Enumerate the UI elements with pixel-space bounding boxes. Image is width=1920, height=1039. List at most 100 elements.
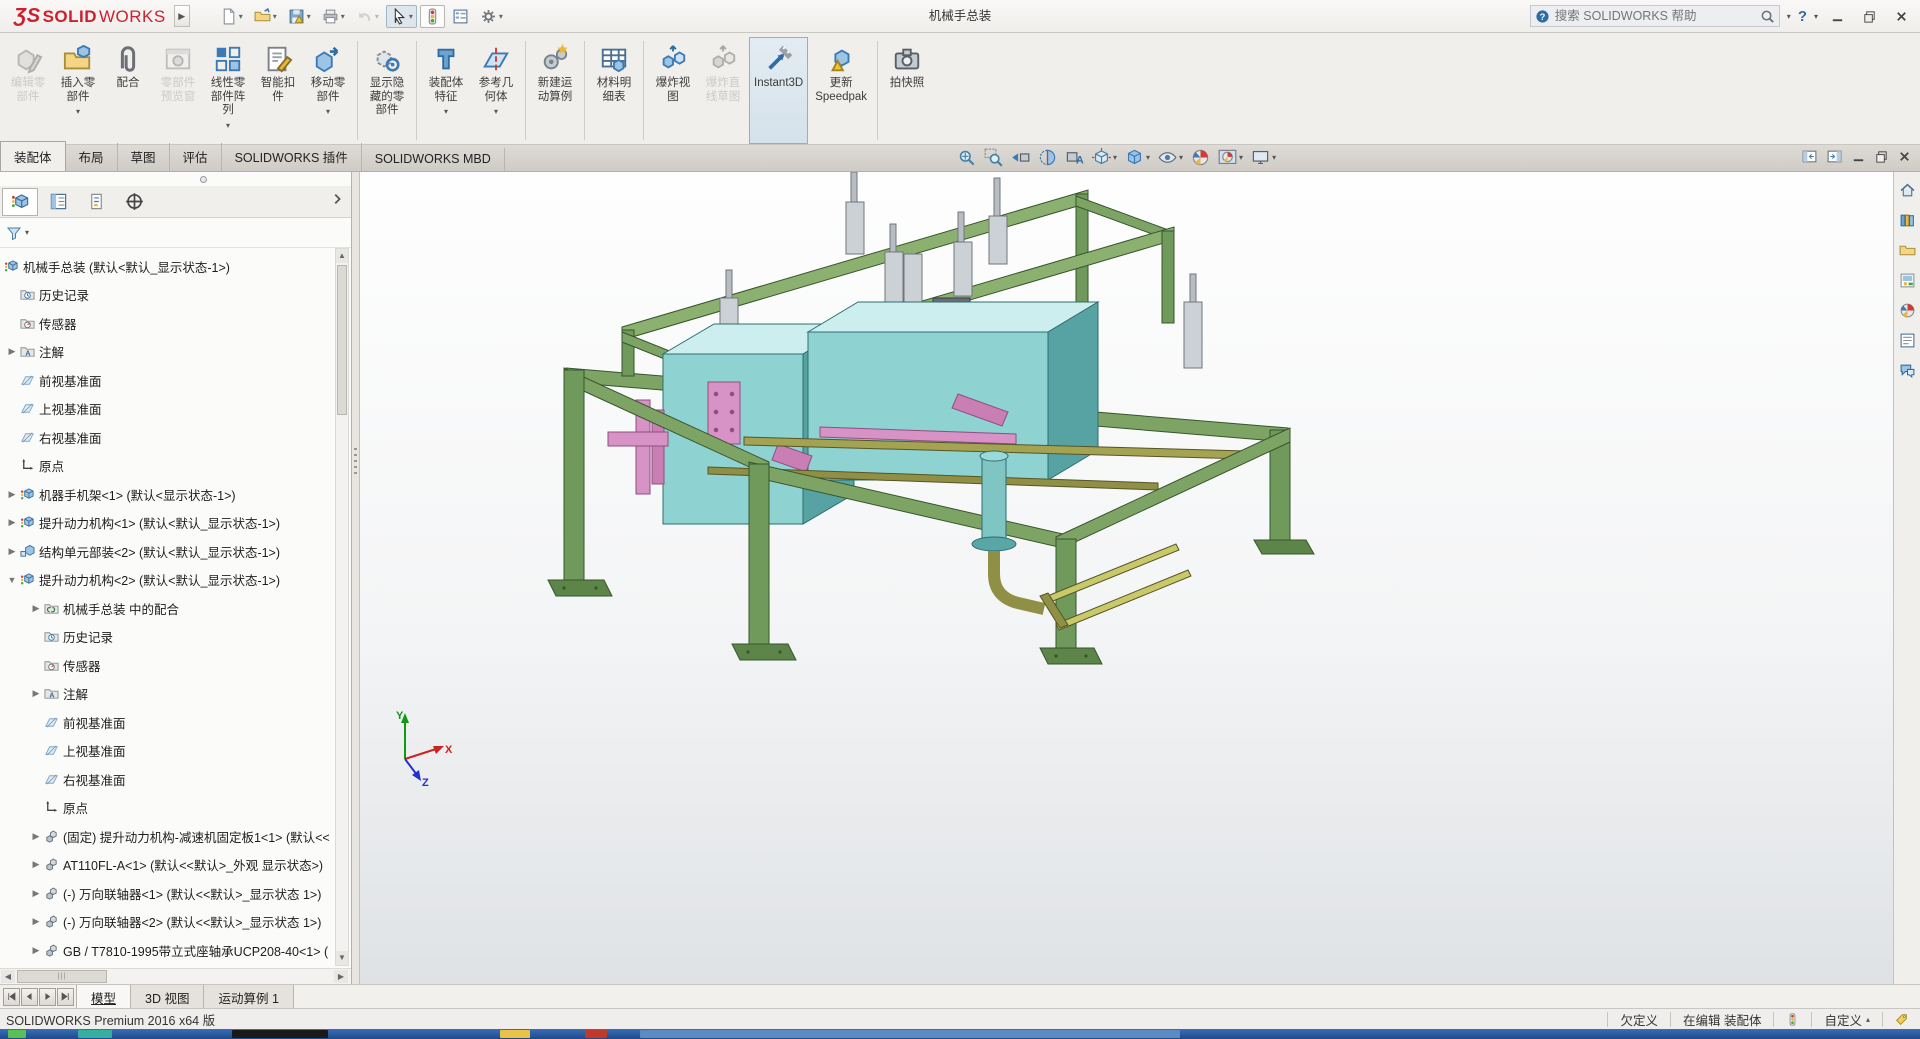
- nav-next-button[interactable]: [39, 988, 56, 1006]
- search-input[interactable]: [1555, 9, 1755, 23]
- tree-item-19[interactable]: 原点: [0, 794, 335, 823]
- options-gear-button[interactable]: ▾: [476, 5, 507, 28]
- custom-properties-button[interactable]: [1897, 330, 1917, 350]
- dropdown-arrow-icon[interactable]: ▾: [1272, 153, 1276, 162]
- tree-item-12[interactable]: ▶机械手总装 中的配合: [0, 594, 335, 623]
- search-scope-dropdown[interactable]: ▾: [1787, 12, 1791, 21]
- doc-close-button[interactable]: [1897, 149, 1912, 164]
- help-button[interactable]: ?: [1798, 8, 1807, 25]
- file-explorer-button[interactable]: [1897, 240, 1917, 260]
- dropdown-arrow-icon[interactable]: ▾: [76, 105, 80, 119]
- instant3d-button[interactable]: Instant3D: [749, 37, 808, 144]
- filter-funnel-icon[interactable]: [6, 225, 22, 241]
- scroll-right-arrow[interactable]: ▶: [334, 970, 348, 983]
- display-style-button[interactable]: ▾: [1123, 147, 1152, 168]
- filter-dropdown[interactable]: ▾: [25, 228, 29, 237]
- nav-prev-button[interactable]: [21, 988, 38, 1006]
- tree-item-23[interactable]: ▶(-) 万向联轴器<2> (默认<<默认>_显示状态 1>): [0, 908, 335, 937]
- scroll-up-arrow[interactable]: ▲: [336, 249, 348, 263]
- forum-button[interactable]: [1897, 360, 1917, 380]
- motion-study-button[interactable]: 新建运动算例: [531, 37, 579, 144]
- tree-expand-arrow[interactable]: ▶: [28, 603, 44, 614]
- panel-tab-featuremanager[interactable]: [2, 188, 38, 216]
- panel-tab-dimxpertmanager[interactable]: [116, 188, 152, 216]
- taskbar-icon[interactable]: [585, 1030, 607, 1038]
- tab-评估[interactable]: 评估: [170, 143, 222, 171]
- hscroll-thumb[interactable]: |||: [17, 970, 107, 983]
- app-close-button[interactable]: [1889, 7, 1914, 26]
- windows-taskbar[interactable]: [0, 1029, 1920, 1039]
- tree-expand-arrow[interactable]: ▶: [28, 688, 44, 699]
- panel-collapse-dot[interactable]: [0, 172, 351, 186]
- assembly-3d-model[interactable]: [360, 172, 1893, 984]
- report-button[interactable]: [448, 5, 473, 28]
- tree-expand-arrow[interactable]: ▶: [4, 546, 20, 557]
- new-doc-button[interactable]: ▾: [216, 5, 247, 28]
- panel-tab-propertymanager[interactable]: [40, 188, 76, 216]
- dropdown-arrow-icon[interactable]: ▾: [375, 12, 379, 21]
- reference-geometry-button[interactable]: 参考几何体▾: [472, 37, 520, 144]
- design-library-button[interactable]: [1897, 210, 1917, 230]
- dropdown-arrow-icon[interactable]: ▾: [494, 105, 498, 119]
- tree-item-14[interactable]: 传感器: [0, 651, 335, 680]
- tree-item-22[interactable]: ▶(-) 万向联轴器<1> (默认<<默认>_显示状态 1>): [0, 879, 335, 908]
- tree-item-7[interactable]: 原点: [0, 452, 335, 481]
- tree-vertical-scrollbar[interactable]: ▲ ▼: [335, 248, 349, 966]
- tab-装配体[interactable]: 装配体: [0, 141, 66, 171]
- tree-item-20[interactable]: ▶(固定) 提升动力机构-减速机固定板1<1> (默认<<: [0, 822, 335, 851]
- mate-button[interactable]: 配合: [104, 37, 152, 144]
- panel-splitter[interactable]: [352, 172, 360, 984]
- tree-item-17[interactable]: 上视基准面: [0, 737, 335, 766]
- dropdown-arrow-icon[interactable]: ▾: [444, 105, 448, 119]
- tree-item-6[interactable]: 右视基准面: [0, 423, 335, 452]
- tree-item-2[interactable]: 传感器: [0, 309, 335, 338]
- dropdown-arrow-icon[interactable]: ▾: [1113, 153, 1117, 162]
- tree-item-18[interactable]: 右视基准面: [0, 765, 335, 794]
- doc-tab-模型[interactable]: 模型: [76, 985, 131, 1008]
- view-settings-button[interactable]: ▾: [1249, 147, 1278, 168]
- dropdown-arrow-icon[interactable]: ▾: [1146, 153, 1150, 162]
- tree-item-13[interactable]: 历史记录: [0, 623, 335, 652]
- nav-first-button[interactable]: [3, 988, 20, 1006]
- panel-tab-displaymanager[interactable]: [154, 188, 190, 216]
- dropdown-arrow-icon[interactable]: ▾: [239, 12, 243, 21]
- tree-item-15[interactable]: ▶A注解: [0, 680, 335, 709]
- tab-草图[interactable]: 草图: [118, 143, 170, 171]
- taskbar-icon[interactable]: [500, 1030, 530, 1038]
- tree-item-11[interactable]: ▼提升动力机构<2> (默认<默认_显示状态-1>): [0, 566, 335, 595]
- apply-scene-button[interactable]: ▾: [1216, 147, 1245, 168]
- view-orientation-button[interactable]: ▾: [1090, 147, 1119, 168]
- help-dropdown[interactable]: ▾: [1814, 12, 1818, 21]
- scroll-down-arrow[interactable]: ▼: [336, 951, 348, 965]
- smart-fasteners-button[interactable]: 智能扣件: [254, 37, 302, 144]
- tree-horizontal-scrollbar[interactable]: ◀ ||| ▶: [0, 968, 351, 984]
- tree-expand-arrow[interactable]: ▶: [28, 916, 44, 927]
- taskbar-icon[interactable]: [78, 1030, 112, 1038]
- doc-restore-button[interactable]: [1874, 149, 1889, 164]
- panel-tab-configurationmanager[interactable]: [78, 188, 114, 216]
- dropdown-arrow-icon[interactable]: ▾: [307, 12, 311, 21]
- annotation-views-button[interactable]: A: [1063, 147, 1086, 168]
- dropdown-arrow-icon[interactable]: ▾: [409, 12, 413, 21]
- doc-tab-运动算例 1[interactable]: 运动算例 1: [203, 985, 293, 1008]
- dropdown-arrow-icon[interactable]: ▾: [226, 119, 230, 133]
- bom-button[interactable]: 材料明细表: [590, 37, 638, 144]
- move-component-button[interactable]: 移动零部件▾: [304, 37, 352, 144]
- section-view-button[interactable]: [1036, 147, 1059, 168]
- dropdown-arrow-icon[interactable]: ▾: [499, 12, 503, 21]
- help-search-box[interactable]: ?: [1530, 5, 1780, 27]
- zoom-fit-button[interactable]: [955, 147, 978, 168]
- select-cursor-button[interactable]: ▾: [386, 5, 417, 28]
- pane-right-icon[interactable]: [1826, 148, 1843, 165]
- tab-SOLIDWORKS 插件[interactable]: SOLIDWORKS 插件: [222, 143, 362, 171]
- update-speedpak-button[interactable]: 更新Speedpak: [810, 37, 872, 144]
- app-minimize-button[interactable]: [1825, 7, 1850, 26]
- assembly-features-button[interactable]: 装配体特征▾: [422, 37, 470, 144]
- dropdown-arrow-icon[interactable]: ▾: [1239, 153, 1243, 162]
- scroll-left-arrow[interactable]: ◀: [1, 970, 15, 983]
- save-button[interactable]: ▾: [284, 5, 315, 28]
- pane-left-icon[interactable]: [1801, 148, 1818, 165]
- zoom-area-button[interactable]: [982, 147, 1005, 168]
- doc-minimize-button[interactable]: [1851, 149, 1866, 164]
- tree-expand-arrow[interactable]: ▼: [4, 575, 20, 585]
